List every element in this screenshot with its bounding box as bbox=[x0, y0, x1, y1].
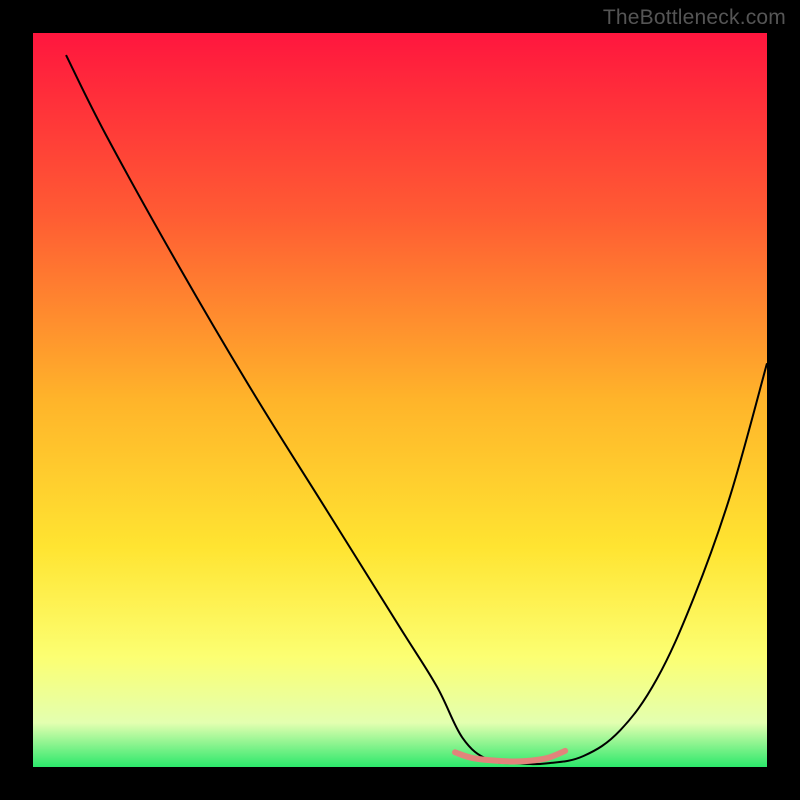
bottleneck-chart bbox=[0, 0, 800, 800]
watermark-text: TheBottleneck.com bbox=[603, 6, 786, 30]
chart-frame: TheBottleneck.com bbox=[0, 0, 800, 800]
gradient-background bbox=[33, 33, 767, 767]
